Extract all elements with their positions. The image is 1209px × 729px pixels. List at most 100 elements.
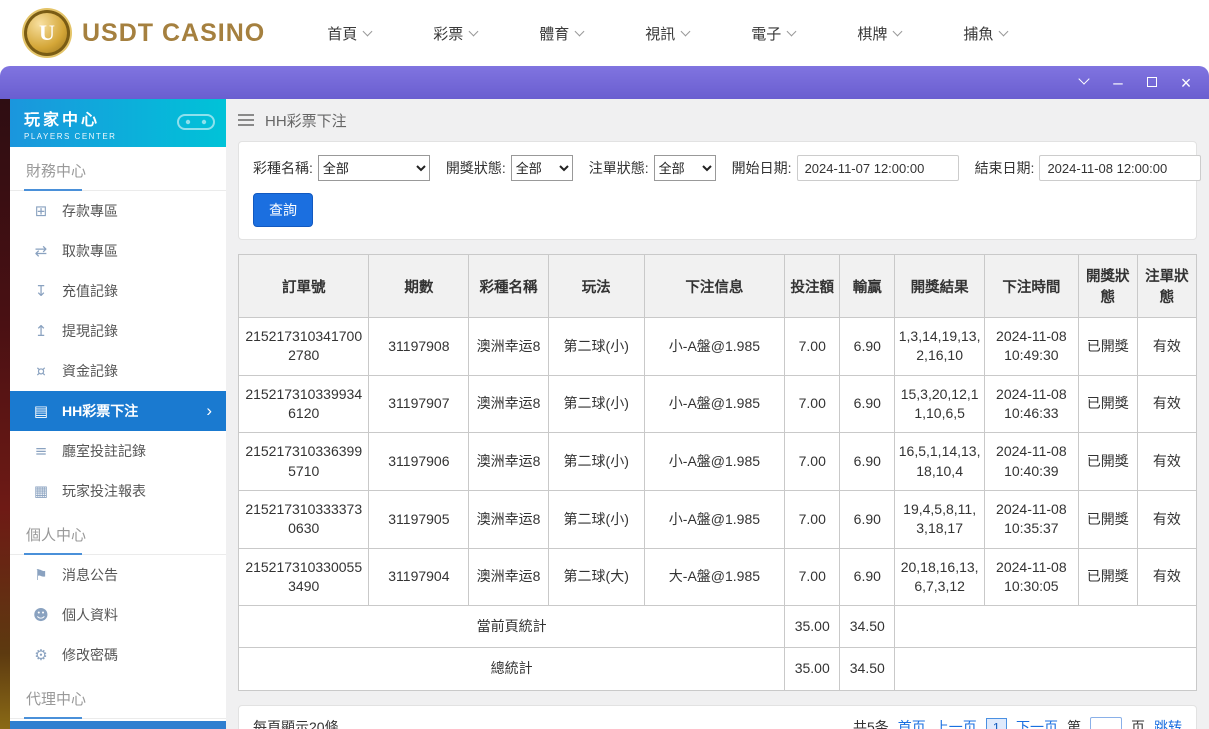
main-content: HH彩票下注 彩種名稱: 全部 開獎狀態: 全部 注單狀態: 全部 開始日期: <box>226 99 1209 729</box>
sidebar-item-change-password[interactable]: ⚙ 修改密碼 <box>10 635 226 675</box>
jump-button[interactable]: 跳转 <box>1154 717 1182 729</box>
cell-playtype: 第二球(大) <box>547 547 645 607</box>
cell-order-status: 有效 <box>1136 432 1198 491</box>
end-date-label: 結束日期: <box>974 160 1035 176</box>
sidebar-item-recharge-records[interactable]: ↧ 充值記錄 <box>10 271 226 311</box>
column-header-order: 訂單號 <box>237 254 370 318</box>
cell-draw-result: 19,4,5,8,11,3,18,17 <box>894 489 985 549</box>
sidebar-item-hall-bet-records[interactable]: ≡ 廳室投註記錄 <box>10 431 226 471</box>
order-status-select[interactable]: 全部 <box>653 155 716 181</box>
fund-records-icon: ¤ <box>36 362 46 380</box>
first-page-link[interactable]: 首页 <box>898 717 926 729</box>
search-button[interactable]: 查詢 <box>253 193 313 227</box>
cell-bet-time: 2024-11-08 10:46:33 <box>983 374 1079 434</box>
end-date-input[interactable] <box>1039 155 1202 181</box>
nav-item-fishing[interactable]: 捕魚 <box>963 23 1009 44</box>
cell-order: 2152173103363995710 <box>237 432 370 491</box>
cashout-records-icon: ↥ <box>34 322 48 340</box>
summary-win-loss: 34.50 <box>839 647 896 691</box>
cell-draw-status: 已開獎 <box>1077 547 1138 607</box>
app-body: 玩家中心 PLAYERS CENTER 財務中心 ⊞ 存款專區 ⇄ 取款專區 ↧… <box>0 99 1209 729</box>
cell-lottery: 澳洲幸运8 <box>468 432 549 491</box>
nav-item-slots[interactable]: 電子 <box>751 23 797 44</box>
sidebar-item-label: 廳室投註記錄 <box>62 443 146 459</box>
nav-label: 體育 <box>539 25 570 43</box>
window-titlebar <box>0 66 1209 99</box>
cell-bet-amount: 7.00 <box>784 374 841 434</box>
start-date-filter: 開始日期: <box>732 155 959 181</box>
prev-page-link[interactable]: 上一页 <box>935 717 977 729</box>
nav-item-home[interactable]: 首頁 <box>327 23 373 44</box>
cell-bet-amount: 7.00 <box>784 317 841 376</box>
close-icon[interactable] <box>1177 74 1195 92</box>
sidebar-item-hh-lottery-bets[interactable]: ▤ HH彩票下注 › <box>10 391 226 431</box>
sidebar-item-fund-records[interactable]: ¤ 資金記錄 <box>10 351 226 391</box>
nav-item-lottery[interactable]: 彩票 <box>433 23 479 44</box>
draw-status-filter: 開獎狀態: 全部 <box>446 155 573 181</box>
order-status-filter: 注單狀態: 全部 <box>589 155 716 181</box>
sidebar-item-deposit[interactable]: ⊞ 存款專區 <box>10 191 226 231</box>
cell-playtype: 第二球(小) <box>547 489 645 549</box>
column-header-playtype: 玩法 <box>547 254 645 318</box>
summary-label: 當前頁統計 <box>237 605 786 649</box>
table-row: 2152173103300553490 31197904 澳洲幸运8 第二球(大… <box>237 547 1198 607</box>
nav-item-sports[interactable]: 體育 <box>539 23 585 44</box>
chevron-down-icon <box>892 26 903 37</box>
pagination-bar: 每頁顯示20條 共5条 首页 上一页 1 下一页 第 页 跳转 <box>238 704 1197 729</box>
cell-bet-time: 2024-11-08 10:30:05 <box>983 547 1079 607</box>
cell-bet-amount: 7.00 <box>784 547 841 607</box>
cell-period: 31197906 <box>368 432 470 491</box>
bets-table: 訂單號 期數 彩種名稱 玩法 下注信息 投注額 輸贏 開獎結果 下注時間 開獎狀… <box>237 254 1198 691</box>
deposit-icon: ⊞ <box>34 202 48 220</box>
lottery-label: 彩種名稱: <box>253 160 313 176</box>
column-header-draw-status: 開獎狀態 <box>1077 254 1138 318</box>
table-row: 2152173103333730630 31197905 澳洲幸运8 第二球(小… <box>237 489 1198 549</box>
cell-playtype: 第二球(小) <box>547 317 645 376</box>
section-label: 個人中心 <box>26 527 87 544</box>
password-icon: ⚙ <box>34 646 48 664</box>
sidebar-item-profile[interactable]: ☻ 個人資料 <box>10 595 226 635</box>
sidebar-item-withdraw[interactable]: ⇄ 取款專區 <box>10 231 226 271</box>
cell-lottery: 澳洲幸运8 <box>468 374 549 434</box>
sidebar-item-announcements[interactable]: ⚑ 消息公告 <box>10 555 226 595</box>
summary-label: 總統計 <box>237 647 786 691</box>
cell-order-status: 有效 <box>1136 489 1198 549</box>
cell-order: 2152173103300553490 <box>237 547 370 607</box>
sidebar-item-cashout-records[interactable]: ↥ 提現記錄 <box>10 311 226 351</box>
nav-item-live-video[interactable]: 視訊 <box>645 23 691 44</box>
start-date-label: 開始日期: <box>731 160 792 176</box>
column-header-bet-time: 下注時間 <box>983 254 1079 318</box>
sidebar-bottom-bar <box>10 721 226 729</box>
minimize-icon[interactable] <box>1109 74 1127 91</box>
announcement-icon: ⚑ <box>34 566 48 584</box>
filter-row: 彩種名稱: 全部 開獎狀態: 全部 注單狀態: 全部 開始日期: 結束日期: <box>253 155 1202 181</box>
nav-label: 首頁 <box>327 25 358 43</box>
nav-item-chess[interactable]: 棋牌 <box>857 23 903 44</box>
brand[interactable]: U USDT CASINO <box>24 10 265 56</box>
withdraw-icon: ⇄ <box>34 242 48 260</box>
lottery-select[interactable]: 全部 <box>317 155 430 181</box>
cell-order-status: 有效 <box>1136 547 1198 607</box>
cell-lottery: 澳洲幸运8 <box>468 547 549 607</box>
cell-win-loss: 6.90 <box>839 317 896 376</box>
cell-bet-info: 小-A盤@1.985 <box>643 374 786 434</box>
menu-icon[interactable] <box>238 114 254 126</box>
chevron-down-icon <box>362 26 373 37</box>
sidebar-item-label: 存款專區 <box>62 203 118 219</box>
current-page[interactable]: 1 <box>985 717 1007 729</box>
sidebar-item-label: 玩家投注報表 <box>62 483 146 499</box>
page-number-input[interactable] <box>1090 716 1122 729</box>
sidebar-item-player-bet-report[interactable]: ▦ 玩家投注報表 <box>10 471 226 511</box>
draw-status-label: 開獎狀態: <box>445 160 506 176</box>
section-label: 財務中心 <box>26 163 87 180</box>
cell-order-status: 有效 <box>1136 374 1198 434</box>
column-header-draw-result: 開獎結果 <box>894 254 985 318</box>
maximize-icon[interactable] <box>1143 75 1161 90</box>
next-page-link[interactable]: 下一页 <box>1016 717 1058 729</box>
collapse-icon[interactable] <box>1075 73 1093 90</box>
jump-prefix-text: 第 <box>1067 719 1081 729</box>
draw-status-select[interactable]: 全部 <box>510 155 573 181</box>
cell-win-loss: 6.90 <box>839 547 896 607</box>
cell-period: 31197907 <box>368 374 470 434</box>
start-date-input[interactable] <box>796 155 959 181</box>
